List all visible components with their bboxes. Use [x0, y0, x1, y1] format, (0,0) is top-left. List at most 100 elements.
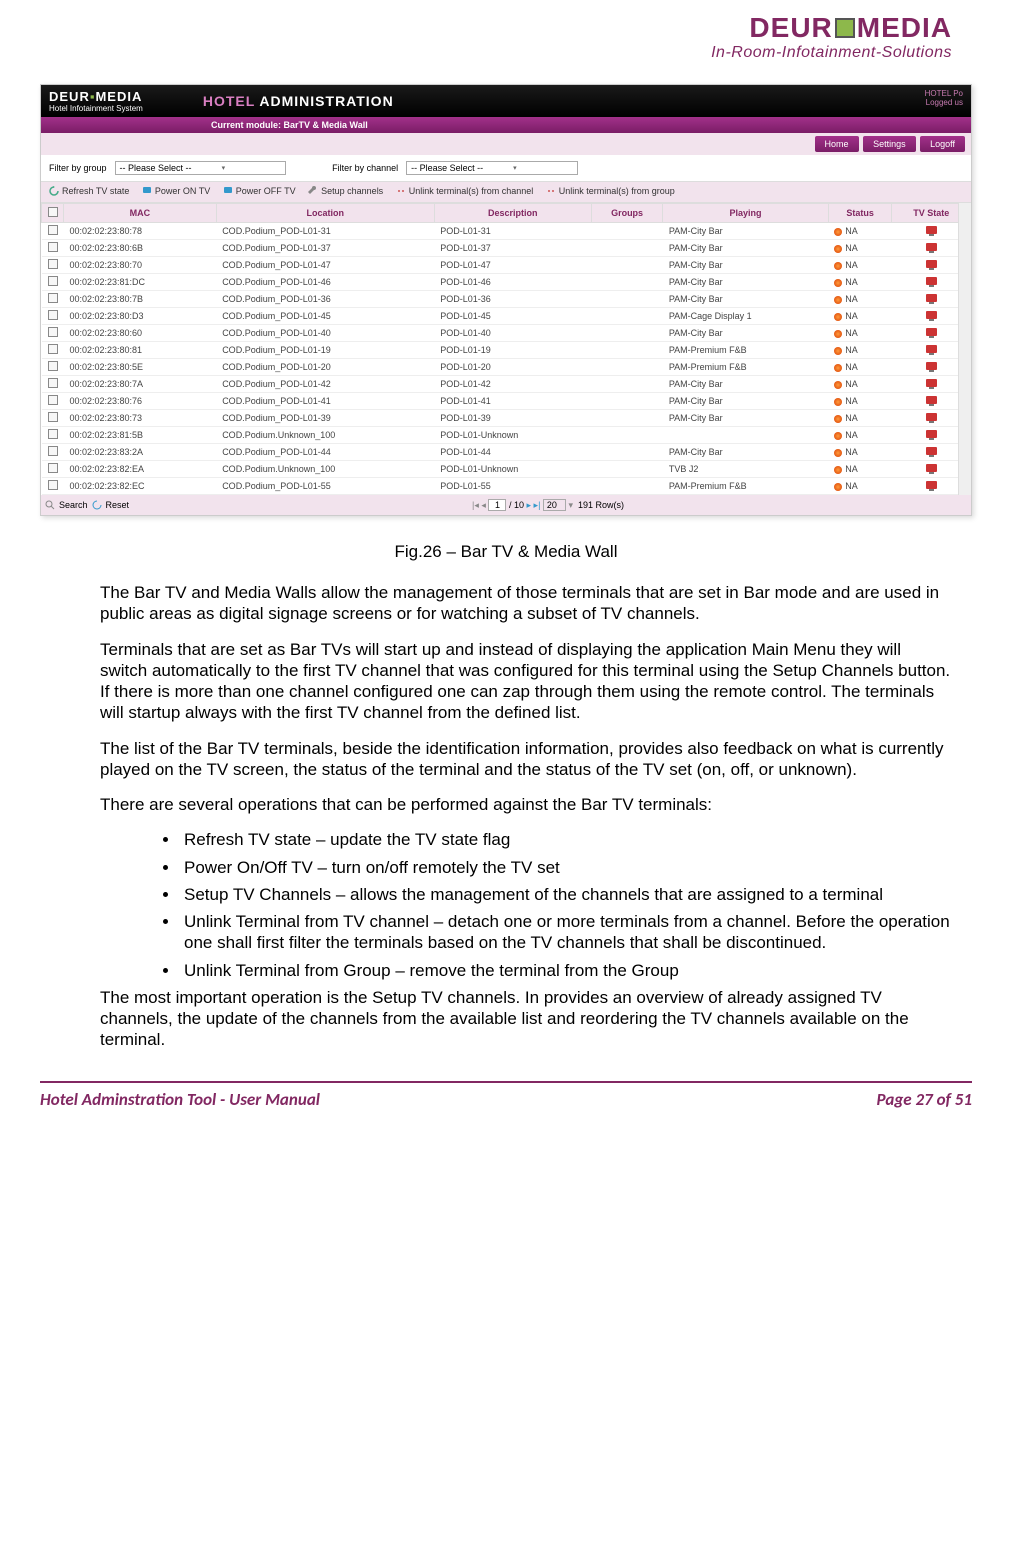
pager-first-icon[interactable]: |◂ — [472, 500, 479, 510]
cell-groups — [591, 308, 663, 325]
tool-unlink-group[interactable]: Unlink terminal(s) from group — [546, 186, 675, 196]
pager-last-icon[interactable]: ▸| — [534, 500, 541, 510]
nav-home[interactable]: Home — [815, 136, 859, 152]
table-row[interactable]: 00:02:02:23:81:DCCOD.Podium_POD-L01-46PO… — [42, 274, 971, 291]
row-checkbox[interactable] — [48, 446, 58, 456]
cell-groups — [591, 342, 663, 359]
tv-state-icon — [926, 277, 937, 285]
row-checkbox[interactable] — [48, 429, 58, 439]
cell-groups — [591, 393, 663, 410]
table-row[interactable]: 00:02:02:23:80:6BCOD.Podium_POD-L01-37PO… — [42, 240, 971, 257]
cell-mac: 00:02:02:23:82:EA — [64, 461, 217, 478]
cell-playing: TVB J2 — [663, 461, 828, 478]
table-row[interactable]: 00:02:02:23:80:81COD.Podium_POD-L01-19PO… — [42, 342, 971, 359]
row-checkbox[interactable] — [48, 327, 58, 337]
col-description: Description — [434, 204, 591, 223]
row-checkbox[interactable] — [48, 242, 58, 252]
status-dot-icon — [834, 228, 842, 236]
cell-groups — [591, 410, 663, 427]
cell-groups — [591, 325, 663, 342]
cell-location: COD.Podium_POD-L01-44 — [216, 444, 434, 461]
nav-logoff[interactable]: Logoff — [920, 136, 965, 152]
pager-page-input[interactable] — [488, 499, 506, 511]
tool-power-off[interactable]: Power OFF TV — [223, 186, 296, 196]
table-row[interactable]: 00:02:02:23:80:76COD.Podium_POD-L01-41PO… — [42, 393, 971, 410]
row-checkbox[interactable] — [48, 276, 58, 286]
table-row[interactable]: 00:02:02:23:80:70COD.Podium_POD-L01-47PO… — [42, 257, 971, 274]
paragraph: There are several operations that can be… — [100, 794, 952, 815]
unlink-group-icon — [546, 186, 556, 196]
cell-status: NA — [828, 325, 892, 342]
row-checkbox[interactable] — [48, 310, 58, 320]
tool-unlink-channel[interactable]: Unlink terminal(s) from channel — [396, 186, 534, 196]
table-row[interactable]: 00:02:02:23:80:78COD.Podium_POD-L01-31PO… — [42, 223, 971, 240]
col-mac: MAC — [64, 204, 217, 223]
row-checkbox[interactable] — [48, 259, 58, 269]
row-checkbox[interactable] — [48, 463, 58, 473]
status-dot-icon — [834, 330, 842, 338]
cell-playing: PAM-City Bar — [663, 274, 828, 291]
row-checkbox[interactable] — [48, 412, 58, 422]
pager-next-icon[interactable]: ▸ — [527, 500, 532, 510]
row-checkbox[interactable] — [48, 225, 58, 235]
cell-location: COD.Podium.Unknown_100 — [216, 461, 434, 478]
row-checkbox[interactable] — [48, 293, 58, 303]
cell-playing: PAM-Premium F&B — [663, 359, 828, 376]
pager-size-select[interactable]: 20 — [543, 499, 566, 511]
row-checkbox[interactable] — [48, 344, 58, 354]
cell-description: POD-L01-41 — [434, 393, 591, 410]
reset-icon — [92, 500, 102, 510]
filter-channel-select[interactable]: -- Please Select -- — [406, 161, 578, 175]
cell-mac: 00:02:02:23:80:6B — [64, 240, 217, 257]
tool-setup-channels[interactable]: Setup channels — [308, 186, 383, 196]
table-row[interactable]: 00:02:02:23:82:ECCOD.Podium_POD-L01-55PO… — [42, 478, 971, 495]
table-row[interactable]: 00:02:02:23:83:2ACOD.Podium_POD-L01-44PO… — [42, 444, 971, 461]
table-row[interactable]: 00:02:02:23:80:D3COD.Podium_POD-L01-45PO… — [42, 308, 971, 325]
cell-groups — [591, 257, 663, 274]
cell-status: NA — [828, 461, 892, 478]
tv-state-icon — [926, 226, 937, 234]
table-row[interactable]: 00:02:02:23:80:73COD.Podium_POD-L01-39PO… — [42, 410, 971, 427]
row-checkbox[interactable] — [48, 480, 58, 490]
paragraph: The Bar TV and Media Walls allow the man… — [100, 582, 952, 625]
table-scrollbar[interactable] — [958, 203, 971, 495]
tool-power-on[interactable]: Power ON TV — [142, 186, 210, 196]
filter-channel-label: Filter by channel — [332, 163, 398, 173]
cell-status: NA — [828, 410, 892, 427]
cell-location: COD.Podium_POD-L01-42 — [216, 376, 434, 393]
cell-description: POD-L01-45 — [434, 308, 591, 325]
filter-bar: Filter by group -- Please Select -- Filt… — [41, 155, 971, 181]
status-dot-icon — [834, 347, 842, 355]
row-checkbox[interactable] — [48, 395, 58, 405]
module-bar: Current module: BarTV & Media Wall — [41, 117, 971, 133]
table-row[interactable]: 00:02:02:23:80:60COD.Podium_POD-L01-40PO… — [42, 325, 971, 342]
cell-groups — [591, 223, 663, 240]
row-checkbox[interactable] — [48, 378, 58, 388]
cell-location: COD.Podium_POD-L01-19 — [216, 342, 434, 359]
nav-settings[interactable]: Settings — [863, 136, 916, 152]
tv-state-icon — [926, 362, 937, 370]
cell-description: POD-L01-19 — [434, 342, 591, 359]
tool-refresh-tv[interactable]: Refresh TV state — [49, 186, 129, 196]
table-row[interactable]: 00:02:02:23:82:EACOD.Podium.Unknown_100P… — [42, 461, 971, 478]
table-row[interactable]: 00:02:02:23:80:7BCOD.Podium_POD-L01-36PO… — [42, 291, 971, 308]
paragraph: The most important operation is the Setu… — [100, 987, 952, 1051]
tv-state-icon — [926, 294, 937, 302]
tv-state-icon — [926, 447, 937, 455]
reset-button[interactable]: Reset — [106, 500, 130, 510]
app-user-info: HOTEL Po Logged us — [925, 89, 963, 107]
cell-description: POD-L01-42 — [434, 376, 591, 393]
row-checkbox[interactable] — [48, 361, 58, 371]
cell-mac: 00:02:02:23:80:76 — [64, 393, 217, 410]
refresh-icon — [49, 186, 59, 196]
table-row[interactable]: 00:02:02:23:81:5BCOD.Podium.Unknown_100P… — [42, 427, 971, 444]
table-row[interactable]: 00:02:02:23:80:7ACOD.Podium_POD-L01-42PO… — [42, 376, 971, 393]
select-all-checkbox[interactable] — [48, 207, 58, 217]
cell-location: COD.Podium_POD-L01-41 — [216, 393, 434, 410]
filter-group-select[interactable]: -- Please Select -- — [115, 161, 287, 175]
tv-state-icon — [926, 413, 937, 421]
cell-location: COD.Podium_POD-L01-47 — [216, 257, 434, 274]
pager-prev-icon[interactable]: ◂ — [481, 500, 486, 510]
search-button[interactable]: Search — [59, 500, 88, 510]
table-row[interactable]: 00:02:02:23:80:5ECOD.Podium_POD-L01-20PO… — [42, 359, 971, 376]
